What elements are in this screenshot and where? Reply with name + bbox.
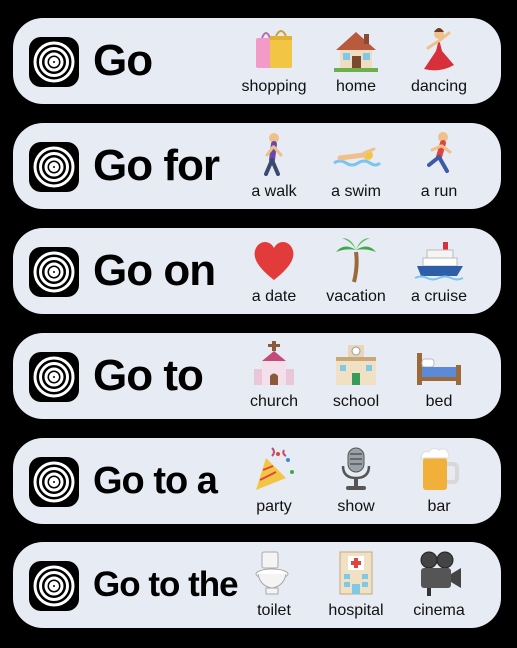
item-label: church: [249, 393, 299, 410]
item-bed: bed: [396, 339, 482, 415]
palm-tree-icon: [336, 238, 376, 283]
concentric-rings-icon: [33, 41, 75, 83]
phrase-go-to-the: Go to the: [93, 565, 239, 604]
ring: [44, 262, 64, 282]
item-shopping: shopping: [231, 24, 317, 100]
concentric-rings-icon: [33, 251, 75, 293]
item-show: show: [313, 444, 399, 520]
ring: [44, 157, 64, 177]
ring: [44, 367, 64, 387]
ring: [44, 576, 64, 596]
target-logo-icon: [29, 247, 79, 297]
item-label: a swim: [331, 183, 381, 200]
cruise-ship-icon: [414, 242, 464, 281]
ring: [49, 57, 59, 67]
ring: [49, 162, 59, 172]
item-label: party: [256, 498, 292, 515]
item-dancing: dancing: [396, 24, 482, 100]
item-church: church: [231, 339, 317, 415]
item-a-swim: a swim: [313, 129, 399, 205]
dancer-icon: [424, 28, 454, 71]
item-label: school: [332, 393, 380, 410]
item-a-run: a run: [396, 129, 482, 205]
phrase-go-to: Go to: [93, 351, 204, 400]
bed-icon: [417, 353, 461, 385]
item-label: show: [337, 498, 375, 515]
concentric-rings-icon: [33, 461, 75, 503]
item-toilet: toilet: [231, 548, 317, 624]
row-go-to-the: Go to the toilet hospital cinema: [13, 542, 501, 628]
row-go: Go shopping home dancing: [13, 18, 501, 104]
item-a-walk: a walk: [231, 129, 317, 205]
movie-camera-icon: [420, 551, 461, 596]
toilet-icon: [255, 551, 289, 595]
item-label: home: [335, 78, 377, 95]
item-label: toilet: [257, 602, 291, 619]
target-logo-icon: [29, 457, 79, 507]
item-label: a walk: [251, 183, 297, 200]
phrase-go: Go: [93, 36, 153, 85]
target-logo-icon: [29, 37, 79, 87]
item-label: a run: [420, 183, 458, 200]
person-swimming-icon: [333, 147, 382, 167]
ring: [49, 581, 59, 591]
concentric-rings-icon: [33, 146, 75, 188]
item-label: a cruise: [410, 288, 468, 305]
item-label: shopping: [241, 78, 307, 95]
school-icon: [336, 345, 376, 385]
item-a-cruise: a cruise: [396, 234, 482, 310]
item-hospital: hospital: [313, 548, 399, 624]
beer-mug-icon: [420, 447, 459, 490]
person-running-icon: [427, 132, 452, 173]
row-go-for: Go for a walk a swim a run: [13, 123, 501, 209]
party-popper-icon: [256, 447, 294, 490]
item-label: vacation: [326, 288, 386, 305]
item-label: a date: [251, 288, 297, 305]
item-a-date: a date: [231, 234, 317, 310]
row-go-to: Go to church school bed: [13, 333, 501, 419]
item-cinema: cinema: [396, 548, 482, 624]
concentric-rings-icon: [33, 565, 75, 607]
ring: [49, 267, 59, 277]
target-logo-icon: [29, 561, 79, 611]
target-logo-icon: [29, 352, 79, 402]
item-home: home: [313, 24, 399, 100]
phrase-go-for: Go for: [93, 141, 220, 190]
item-vacation: vacation: [313, 234, 399, 310]
item-party: party: [231, 444, 317, 520]
person-walking-icon: [264, 133, 283, 176]
item-school: school: [313, 339, 399, 415]
phrase-go-on: Go on: [93, 246, 216, 295]
item-label: hospital: [328, 602, 384, 619]
ring: [44, 52, 64, 72]
item-label: bar: [427, 498, 451, 515]
item-label: cinema: [413, 602, 465, 619]
microphone-icon: [341, 447, 371, 490]
shopping-bags-icon: [256, 30, 292, 68]
ring: [49, 372, 59, 382]
item-bar: bar: [396, 444, 482, 520]
church-icon: [254, 341, 294, 385]
concentric-rings-icon: [33, 356, 75, 398]
target-logo-icon: [29, 142, 79, 192]
phrase-go-to-a: Go to a: [93, 460, 218, 502]
red-heart-icon: [254, 242, 294, 280]
row-go-to-a: Go to a party show bar: [13, 438, 501, 524]
house-icon: [334, 32, 378, 72]
row-go-on: Go on a date vacation a cruise: [13, 228, 501, 314]
hospital-icon: [339, 551, 373, 595]
item-label: bed: [425, 393, 453, 410]
ring: [44, 472, 64, 492]
item-label: dancing: [410, 78, 468, 95]
ring: [49, 477, 59, 487]
